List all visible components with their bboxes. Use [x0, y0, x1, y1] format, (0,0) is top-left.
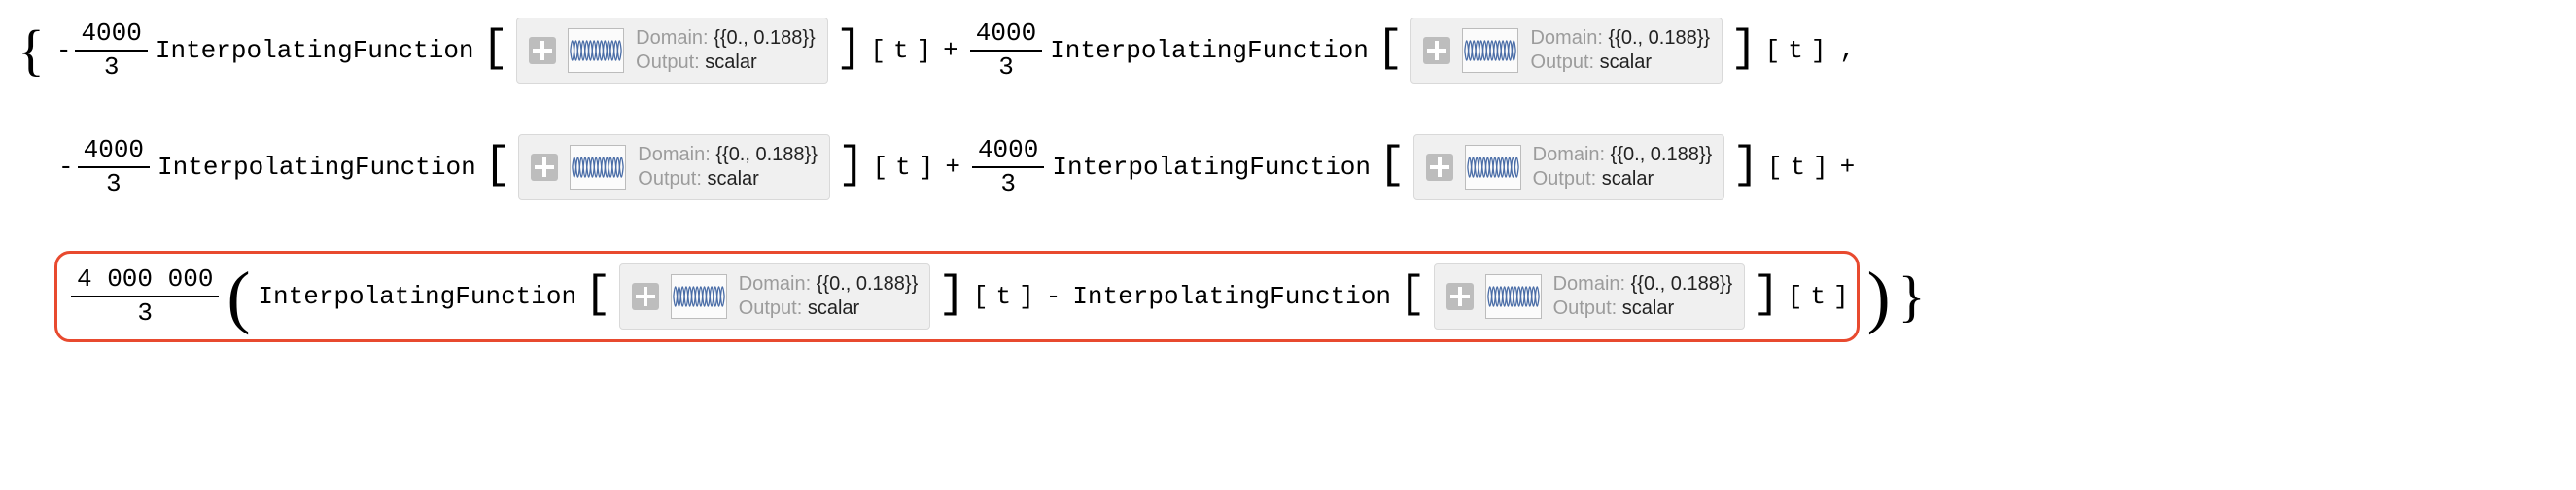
bracket-open: [	[1378, 155, 1406, 177]
comma: ,	[1834, 37, 1856, 65]
apply-close: ]	[1833, 283, 1849, 311]
fraction-neg-4000-3: - 4000 3	[54, 136, 150, 197]
expand-icon[interactable]	[1426, 154, 1453, 181]
apply-close: ]	[1811, 37, 1827, 65]
plus-op: +	[1836, 154, 1860, 182]
bracket-open: [	[584, 284, 611, 306]
interp-fn-label: InterpolatingFunction	[1052, 154, 1371, 182]
minus-op: -	[1042, 283, 1065, 311]
expression-row-3: 4 000 000 3 ( InterpolatingFunction [ Do…	[17, 251, 2566, 342]
interpolating-function-summary[interactable]: Domain: {{0., 0.188}} Output: scalar	[1413, 134, 1725, 200]
summary-meta: Domain: {{0., 0.188}} Output: scalar	[1553, 272, 1733, 321]
interp-fn-label: InterpolatingFunction	[1050, 37, 1369, 65]
summary-meta: Domain: {{0., 0.188}} Output: scalar	[1533, 143, 1713, 192]
interpolating-function-summary[interactable]: Domain: {{0., 0.188}} Output: scalar	[619, 263, 931, 330]
fraction-4000-3: 4000 3	[972, 136, 1044, 197]
expand-icon[interactable]	[1446, 283, 1474, 310]
var-t: t	[996, 283, 1012, 311]
plus-op: +	[941, 154, 964, 182]
brace-close: }	[1898, 265, 1926, 328]
interpolating-function-summary[interactable]: Domain: {{0., 0.188}} Output: scalar	[516, 18, 828, 84]
bracket-open: [	[484, 155, 511, 177]
thumbnail-plot	[1465, 145, 1521, 190]
interp-fn-label: InterpolatingFunction	[258, 283, 576, 311]
output-cell: { - 4000 3 InterpolatingFunction [ Domai…	[0, 0, 2576, 360]
var-t: t	[1788, 37, 1803, 65]
fraction-4000-3: 4000 3	[970, 19, 1042, 81]
plus-op: +	[939, 37, 962, 65]
bracket-close: ]	[836, 38, 863, 60]
apply-open: [	[1788, 283, 1803, 311]
interp-fn-label: InterpolatingFunction	[157, 154, 476, 182]
var-t: t	[1810, 283, 1826, 311]
apply-open: [	[1767, 154, 1783, 182]
apply-close: ]	[1019, 283, 1034, 311]
summary-meta: Domain: {{0., 0.188}} Output: scalar	[739, 272, 919, 321]
interp-fn-label: InterpolatingFunction	[156, 37, 474, 65]
thumbnail-plot	[1485, 274, 1542, 319]
apply-close: ]	[1813, 154, 1828, 182]
bracket-close: ]	[1753, 284, 1780, 306]
paren-open: (	[226, 279, 250, 314]
var-t: t	[1790, 154, 1805, 182]
apply-open: [	[870, 37, 886, 65]
interpolating-function-summary[interactable]: Domain: {{0., 0.188}} Output: scalar	[1410, 18, 1723, 84]
interp-fn-label: InterpolatingFunction	[1072, 283, 1391, 311]
fraction-neg-4000-3: - 4000 3	[52, 19, 148, 81]
thumbnail-plot	[570, 145, 626, 190]
thumbnail-plot	[568, 28, 624, 73]
bracket-close: ]	[1730, 38, 1758, 60]
paren-close: )	[1867, 279, 1891, 314]
interpolating-function-summary[interactable]: Domain: {{0., 0.188}} Output: scalar	[1434, 263, 1746, 330]
summary-meta: Domain: {{0., 0.188}} Output: scalar	[636, 26, 816, 75]
apply-open: [	[973, 283, 989, 311]
bracket-close: ]	[938, 284, 965, 306]
expression-row-2: - 4000 3 InterpolatingFunction [ Domain:…	[17, 134, 2566, 200]
bracket-open: [	[1399, 284, 1426, 306]
fraction-4000000-3: 4 000 000 3	[71, 265, 219, 327]
summary-meta: Domain: {{0., 0.188}} Output: scalar	[638, 143, 818, 192]
fraction: 4000 3	[75, 19, 147, 81]
bracket-close: ]	[1732, 155, 1759, 177]
fraction: 4000 3	[78, 136, 150, 197]
bracket-open: [	[1376, 38, 1404, 60]
apply-close: ]	[917, 37, 932, 65]
brace-open: {	[17, 19, 45, 82]
expand-icon[interactable]	[632, 283, 659, 310]
apply-close: ]	[919, 154, 934, 182]
thumbnail-plot	[1462, 28, 1518, 73]
bracket-close: ]	[838, 155, 865, 177]
var-t: t	[893, 37, 909, 65]
interpolating-function-summary[interactable]: Domain: {{0., 0.188}} Output: scalar	[518, 134, 830, 200]
expand-icon[interactable]	[529, 37, 556, 64]
apply-open: [	[873, 154, 888, 182]
expand-icon[interactable]	[1423, 37, 1450, 64]
apply-open: [	[1765, 37, 1781, 65]
expression-row-1: { - 4000 3 InterpolatingFunction [ Domai…	[17, 18, 2566, 84]
selection-highlight: 4 000 000 3 ( InterpolatingFunction [ Do…	[54, 251, 1860, 342]
bracket-open: [	[482, 38, 509, 60]
var-t: t	[895, 154, 911, 182]
expand-icon[interactable]	[531, 154, 558, 181]
summary-meta: Domain: {{0., 0.188}} Output: scalar	[1530, 26, 1710, 75]
thumbnail-plot	[671, 274, 727, 319]
